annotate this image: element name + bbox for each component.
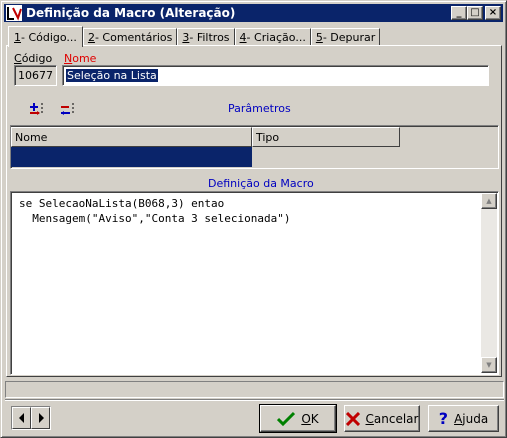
tab-comentarios[interactable]: 2 - Comentários (82, 28, 178, 46)
ok-button[interactable]: OK (259, 404, 337, 433)
codigo-label-key: C (14, 52, 22, 65)
cancel-label-key: C (365, 411, 374, 426)
minimize-button[interactable]: _ (451, 6, 467, 20)
macro-definition-window: Definição da Macro (Alteração) _ □ × 1 -… (0, 0, 507, 438)
tab-strip: 1 - Código... 2 - Comentários 3 - Filtro… (8, 26, 381, 47)
question-mark-icon: ? (438, 409, 449, 428)
codigo-label: Código (14, 52, 52, 65)
cancel-label-rest: ancelar (373, 411, 419, 426)
tab-codigo-key: 1 (14, 30, 21, 44)
nome-label: Nome (64, 52, 96, 65)
parameters-grid[interactable]: Nome Tipo (10, 125, 499, 169)
arrow-left-icon (18, 413, 24, 423)
ok-label-key: O (301, 411, 311, 426)
tab-criacao-key: 4 (239, 31, 247, 44)
nome-field[interactable]: Seleção na Lista (62, 65, 489, 86)
separator (5, 399, 504, 401)
code-text: se SelecaoNaLista(B068,3) entao Mensagem… (19, 196, 291, 226)
next-button[interactable] (31, 407, 50, 429)
maximize-button[interactable]: □ (467, 6, 483, 20)
nome-label-key: N (64, 52, 73, 65)
tab-comentarios-key: 2 (87, 31, 95, 44)
tab-filtros[interactable]: 3 - Filtros (177, 28, 235, 46)
checkmark-icon (277, 411, 296, 427)
x-icon (345, 411, 360, 426)
tab-depurar-key: 5 (315, 31, 323, 44)
definicao-title: Definição da Macro (208, 177, 314, 190)
tab-filtros-label: - Filtros (189, 31, 230, 44)
close-button[interactable]: × (485, 6, 501, 20)
code-line: Mensagem("Aviso","Conta 3 selecionada") (19, 212, 291, 225)
arrow-right-icon (38, 413, 44, 423)
codigo-label-rest: ódigo (21, 52, 53, 65)
remove-parameter-icon[interactable] (59, 100, 79, 118)
status-bar (5, 381, 504, 398)
nome-value: Seleção na Lista (66, 69, 158, 82)
macro-code-editor[interactable]: se SelecaoNaLista(B068,3) entao Mensagem… (10, 191, 499, 375)
ok-label-rest: K (310, 411, 319, 426)
vertical-scrollbar[interactable]: ▲ ▼ (481, 193, 497, 373)
grid-cell-tipo[interactable] (252, 147, 400, 167)
tab-codigo[interactable]: 1 - Código... (8, 26, 83, 47)
tab-depurar-label: - Depurar (322, 31, 376, 44)
tab-criacao[interactable]: 4 - Criação... (234, 28, 311, 46)
grid-header-nome[interactable]: Nome (11, 127, 252, 147)
tab-depurar[interactable]: 5- Depurar (310, 28, 381, 46)
tab-codigo-label: - Código... (21, 30, 77, 44)
grid-header-tipo[interactable]: Tipo (252, 127, 400, 147)
codigo-field: 10677 (14, 65, 57, 86)
add-parameter-icon[interactable] (28, 100, 48, 118)
tab-comentarios-label: - Comentários (94, 31, 173, 44)
app-icon (6, 5, 22, 21)
scroll-up-icon[interactable]: ▲ (481, 193, 497, 209)
tab-criacao-label: - Criação... (246, 31, 306, 44)
help-label-rest: juda (462, 411, 489, 426)
cancel-button[interactable]: Cancelar (344, 405, 420, 432)
window-title: Definição da Macro (Alteração) (26, 6, 236, 20)
grid-cell-nome[interactable] (11, 147, 252, 167)
help-button[interactable]: ? Ajuda (428, 405, 499, 432)
parametros-title: Parâmetros (228, 102, 291, 115)
record-navigator (11, 406, 51, 430)
previous-button[interactable] (12, 407, 31, 429)
title-bar[interactable]: Definição da Macro (Alteração) _ □ × (4, 4, 503, 22)
nome-label-rest: ome (72, 52, 97, 65)
code-line: se SelecaoNaLista(B068,3) entao (19, 197, 225, 210)
tab-filtros-key: 3 (182, 31, 190, 44)
scroll-down-icon[interactable]: ▼ (481, 357, 497, 373)
